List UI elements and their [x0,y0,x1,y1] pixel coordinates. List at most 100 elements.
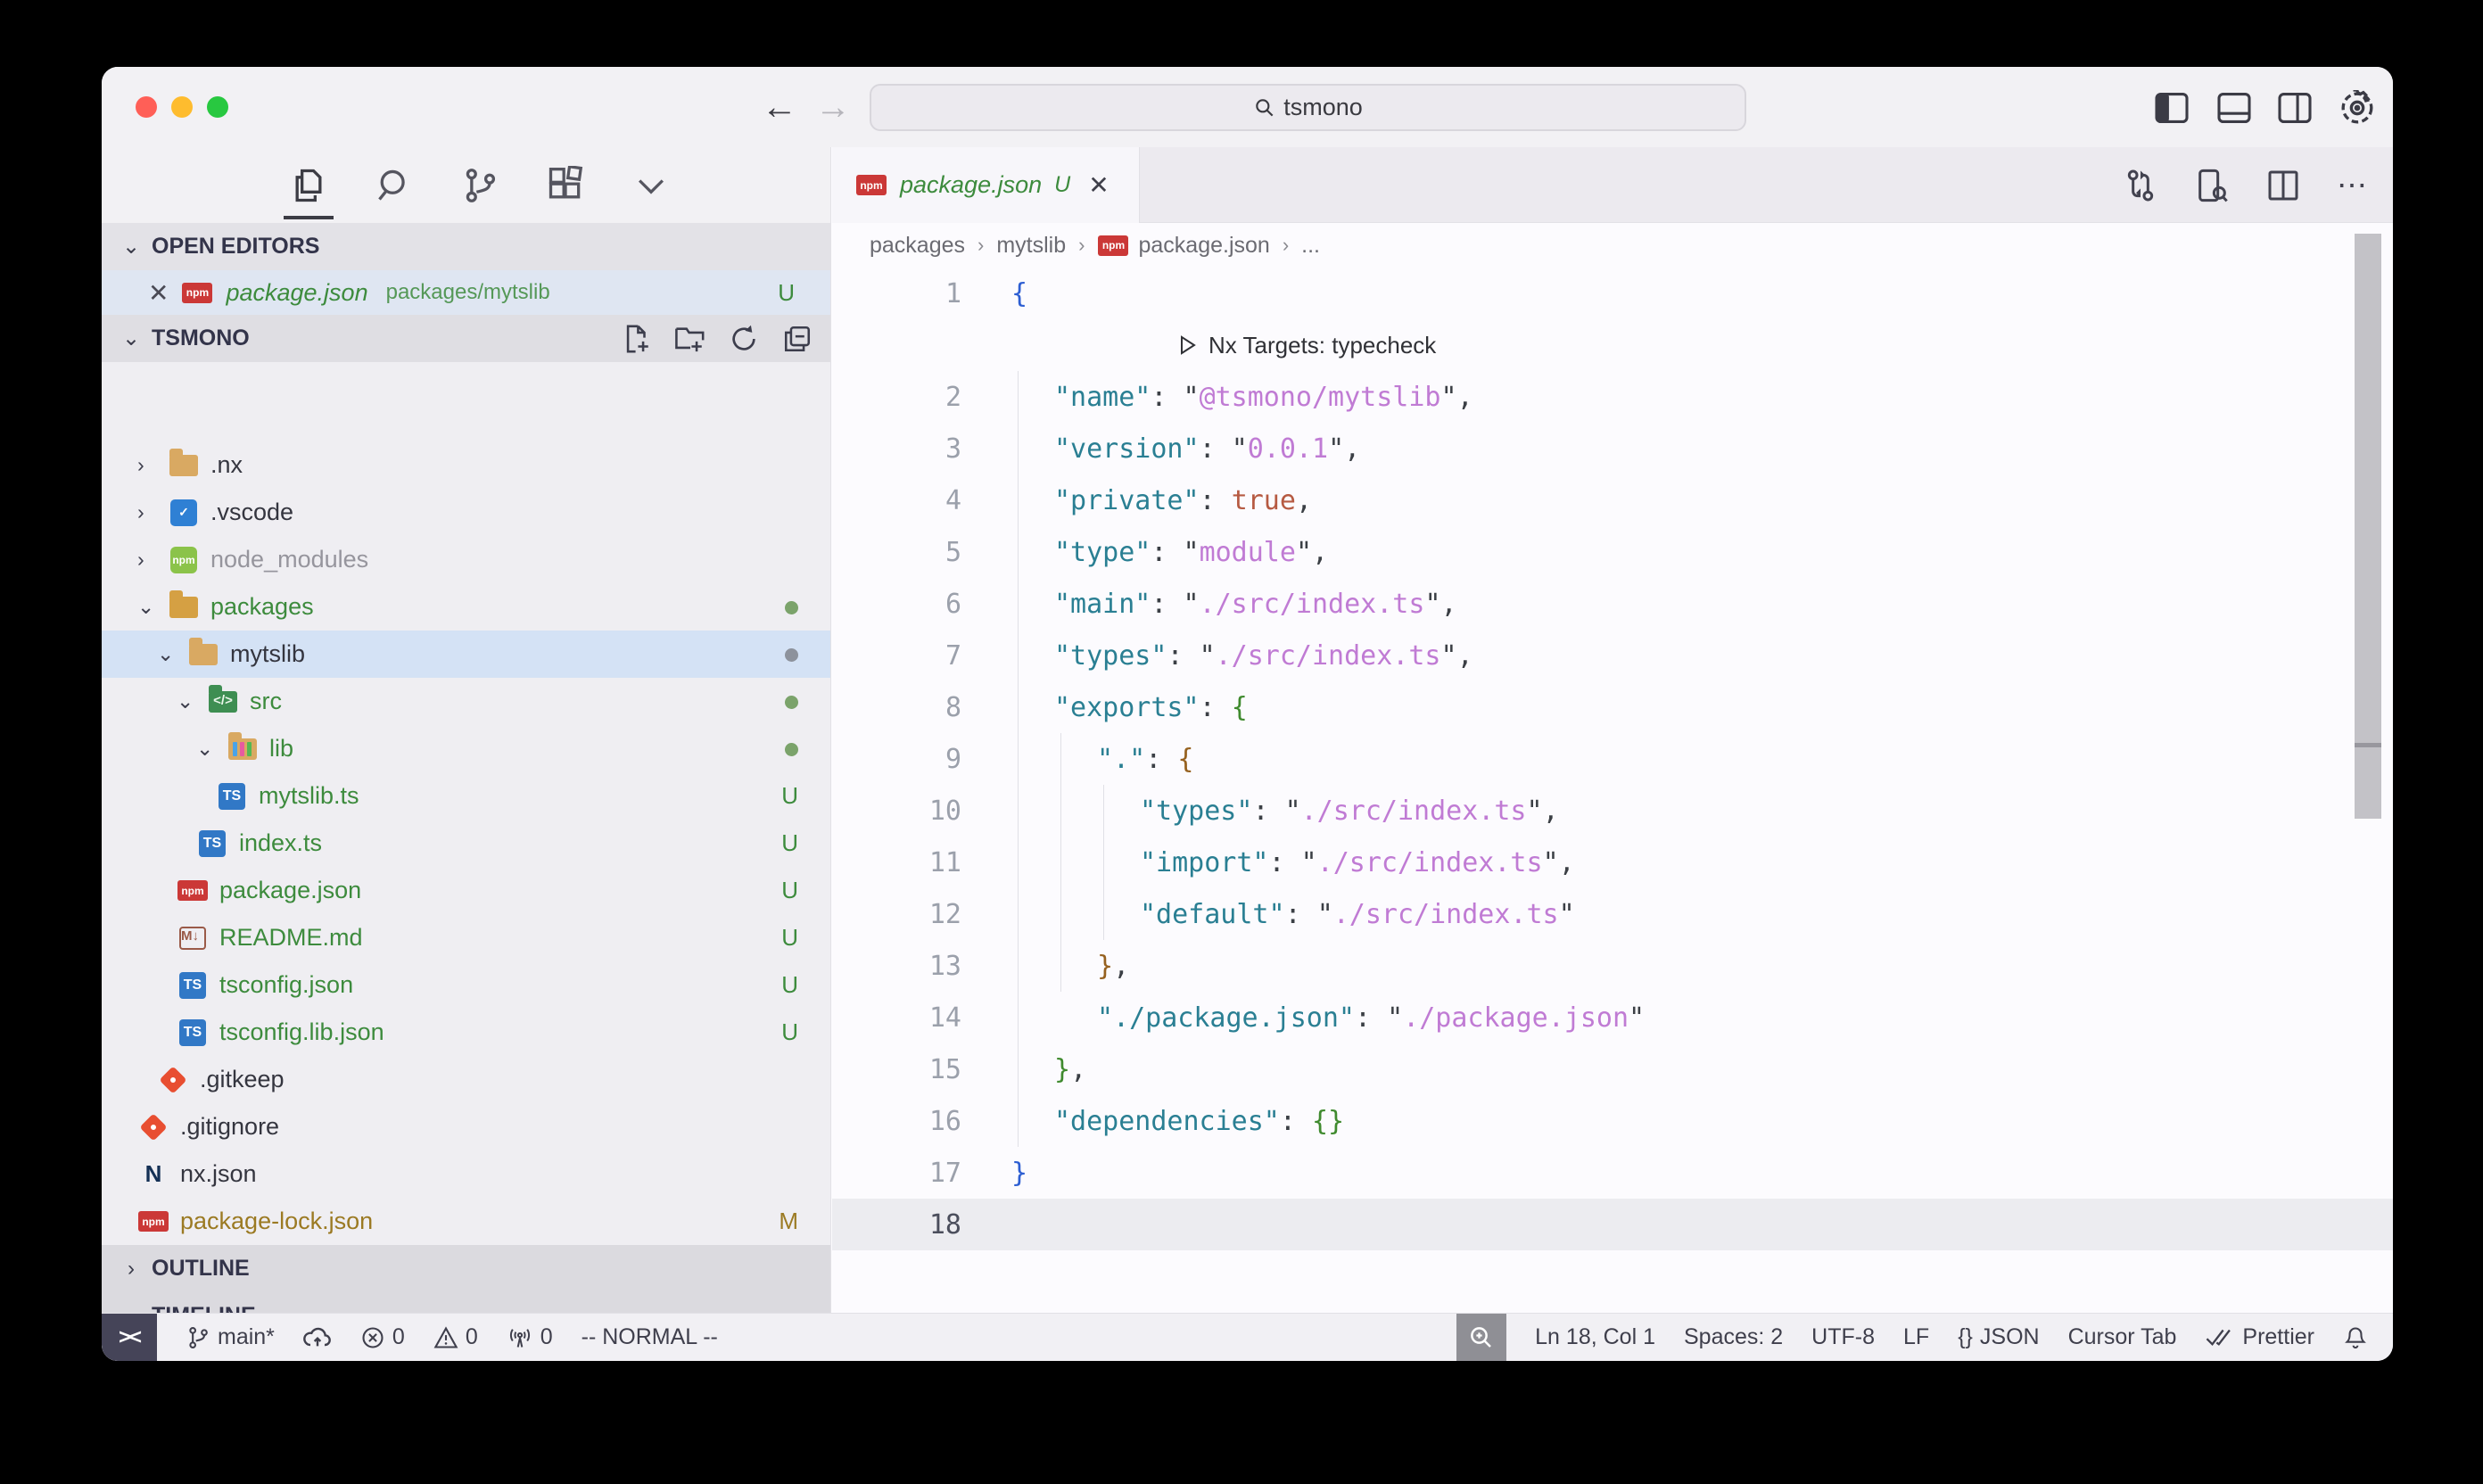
status-right-items: Ln 18, Col 1 Spaces: 2 UTF-8 LF {}JSON Cursor… [1456,1314,2368,1362]
status-item-ln-18-col-1[interactable]: Ln 18, Col 1 [1535,1324,1655,1350]
chevron-down-icon[interactable]: ⌄ [177,689,207,713]
chevron-right-icon[interactable]: › [137,453,168,477]
code-token: "default" [1140,899,1285,930]
status-item-bell[interactable] [2343,1325,2368,1350]
line-number: 18 [832,1209,961,1241]
tree-item--gitignore[interactable]: .gitignore [102,1103,830,1150]
open-editor-item[interactable]: ✕npmpackage.jsonpackages/mytslibU [102,270,830,315]
tree-item-lib[interactable]: ⌄lib [102,725,830,772]
zoom-window-button[interactable] [207,96,228,118]
breadcrumb-item[interactable]: npmpackage.json [1097,229,1269,261]
tree-item-tsconfig-json[interactable]: TStsconfig.jsonU [102,961,830,1009]
tree-item-src[interactable]: ⌄</>src [102,678,830,725]
chevron-down-icon[interactable]: ⌄ [196,737,227,761]
navigate-back-icon[interactable]: ← [762,87,797,128]
code-token: " [1629,1002,1645,1034]
tab-package-json[interactable]: npm package.json U ✕ [832,147,1140,223]
close-editor-icon[interactable]: ✕ [148,278,169,308]
status-item-json[interactable]: {}JSON [1958,1324,2039,1350]
tab-close-icon[interactable]: ✕ [1088,170,1109,200]
more-actions-icon[interactable]: ⋯ [2337,168,2370,203]
tree-item-node-modules[interactable]: ›npmnode_modules [102,536,830,583]
status-item-normal[interactable]: -- NORMAL -- [582,1324,718,1350]
status-item-label: Ln 18, Col 1 [1535,1324,1655,1350]
status-item-lf[interactable]: LF [1903,1324,1929,1350]
code-token: " [1184,589,1200,620]
open-preview-icon[interactable] [2194,168,2230,203]
node-file-icon: npm [168,544,200,576]
chevron-right-icon[interactable]: › [137,500,168,524]
search-view-icon[interactable] [373,164,416,207]
git-file-icon [137,1111,169,1143]
status-item-0[interactable]: 0 [507,1324,553,1350]
tree-item--gitkeep[interactable]: .gitkeep [102,1056,830,1103]
status-item-cursor-tab[interactable]: Cursor Tab [2068,1324,2177,1350]
remote-indicator[interactable]: >< [102,1314,157,1362]
toggle-secondary-sidebar-icon[interactable] [2275,88,2314,128]
scrollbar-thumb[interactable] [2355,234,2381,743]
open-editors-section-header[interactable]: ⌄ OPEN EDITORS [102,223,830,270]
breadcrumb-item[interactable]: ... [1301,233,1320,259]
tree-item--nx[interactable]: ›.nx [102,441,830,489]
new-file-icon[interactable] [622,324,652,354]
source-control-icon[interactable] [458,164,501,207]
chevron-down-icon[interactable]: ⌄ [137,595,168,619]
minimize-window-button[interactable] [171,96,193,118]
status-item-main[interactable]: main* [186,1324,275,1350]
status-item-0[interactable]: 0 [360,1324,405,1350]
code-token: : [1252,796,1284,827]
tree-item-readme-md[interactable]: M↓README.mdU [102,914,830,961]
tree-item-tsconfig-lib-json[interactable]: TStsconfig.lib.jsonU [102,1009,830,1056]
codelens-label[interactable]: Nx Targets: typecheck [1209,332,1436,359]
status-item-spaces-2[interactable]: Spaces: 2 [1684,1324,1783,1350]
chevron-down-icon[interactable]: ⌄ [157,642,187,666]
tree-item-index-ts[interactable]: TSindex.tsU [102,820,830,867]
settings-gear-icon[interactable] [2338,88,2377,128]
chevron-down-icon: ⌄ [118,326,144,351]
tree-item-package-lock-json[interactable]: npmpackage-lock.jsonM [102,1198,830,1245]
breadcrumb-item[interactable]: packages [870,233,965,259]
collapse-all-icon[interactable] [782,324,813,354]
code-token: @tsmono/mytslib [1200,382,1441,413]
code-token: } [1097,951,1113,982]
tree-item-nx-json[interactable]: Nnx.json [102,1150,830,1198]
command-center-search[interactable]: tsmono [870,84,1746,131]
status-item-label: -- NORMAL -- [582,1324,718,1350]
code-token: " [1301,847,1317,878]
extensions-icon[interactable] [544,164,587,207]
code-token: , [1070,1054,1086,1085]
split-editor-icon[interactable] [2265,168,2301,203]
tree-item--vscode[interactable]: ›✓.vscode [102,489,830,536]
more-views-chevron-icon[interactable] [630,164,672,207]
refresh-icon[interactable] [729,324,759,354]
tree-item-mytslib-ts[interactable]: TSmytslib.tsU [102,772,830,820]
codelens-row[interactable]: Nx Targets: typecheck [832,319,2393,371]
status-item-0[interactable]: 0 [433,1324,478,1350]
open-changes-icon[interactable] [2123,168,2158,203]
toggle-primary-sidebar-icon[interactable] [2152,88,2191,128]
status-item-label: 0 [392,1324,405,1350]
new-folder-icon[interactable] [675,324,705,354]
scrollbar-thumb-lower[interactable] [2355,747,2381,819]
section-header-outline[interactable]: ›OUTLINE [102,1245,830,1292]
status-item-prettier[interactable]: Prettier [2205,1324,2314,1350]
chevron-right-icon[interactable]: › [137,548,168,572]
toggle-panel-icon[interactable] [2215,88,2254,128]
explorer-icon[interactable] [287,164,330,207]
code-line-8: 8"exports": { [832,681,2393,733]
code-token: } [1011,1158,1027,1189]
status-item-cloud-upload[interactable] [303,1325,332,1350]
status-item-utf-8[interactable]: UTF-8 [1811,1324,1875,1350]
tree-item-mytslib[interactable]: ⌄mytslib [102,631,830,678]
run-target-icon[interactable] [1176,334,1198,356]
tree-item-packages[interactable]: ⌄packages [102,583,830,631]
line-number: 5 [832,537,961,568]
breadcrumb-item[interactable]: mytslib [996,233,1066,259]
tree-item-package-json[interactable]: npmpackage.jsonU [102,867,830,914]
navigate-forward-icon[interactable]: → [815,87,851,128]
zoom-indicator-icon[interactable] [1456,1314,1506,1362]
project-section-header[interactable]: ⌄ TSMONO [102,315,830,362]
code-editor[interactable]: 1{Nx Targets: typecheck2"name": "@tsmono… [832,268,2393,1313]
indent-guide [1103,785,1104,940]
close-window-button[interactable] [136,96,157,118]
